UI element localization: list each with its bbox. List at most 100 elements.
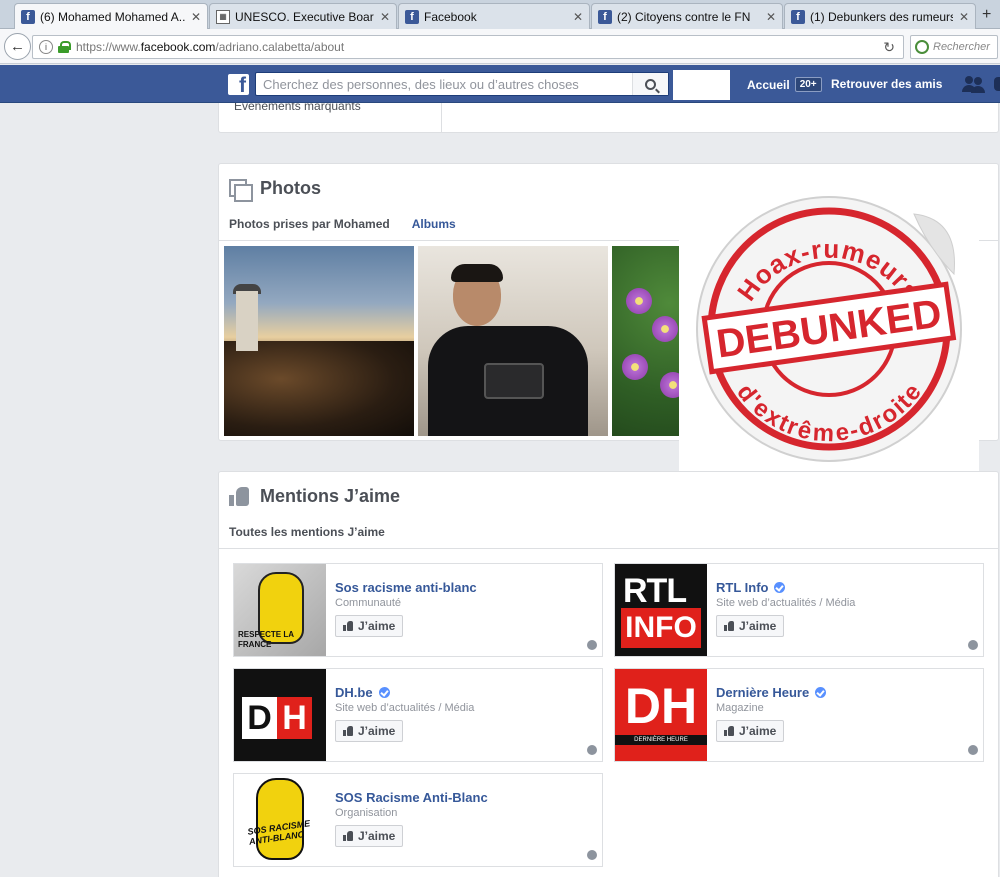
logo-text: D xyxy=(247,699,272,737)
tab-title: (1) Debunkers des rumeurs... xyxy=(810,9,953,24)
arrow-left-icon: ← xyxy=(10,38,25,55)
thumbs-up-icon xyxy=(343,726,353,736)
close-icon[interactable]: ✕ xyxy=(766,10,776,24)
browser-tab[interactable]: ▦ UNESCO. Executive Board; ... ✕ xyxy=(209,3,397,29)
like-button-label: J’aime xyxy=(358,619,396,633)
page-logo[interactable]: D H xyxy=(234,669,326,761)
messages-icon[interactable] xyxy=(994,77,1000,91)
logo-text: H xyxy=(277,697,312,739)
photo-rocks xyxy=(224,341,414,436)
tab-albums[interactable]: Albums xyxy=(412,217,456,231)
close-icon[interactable]: ✕ xyxy=(191,10,201,24)
logo-text: INFO xyxy=(621,608,701,648)
liked-page-item: RESPECTE LA FRANCE Sos racisme anti-blan… xyxy=(233,563,603,657)
globe-icon xyxy=(587,745,597,755)
photo-thumbnail[interactable] xyxy=(224,246,414,436)
reload-icon[interactable]: ↻ xyxy=(883,39,895,56)
photo-thumbnail[interactable] xyxy=(418,246,608,436)
page-name-link[interactable]: SOS Racisme Anti-Blanc xyxy=(335,790,488,805)
thumbs-up-icon xyxy=(724,621,734,631)
page-name-link[interactable]: DH.be xyxy=(335,685,390,700)
friend-requests-icon[interactable] xyxy=(962,76,984,92)
page-logo[interactable]: RTL INFO xyxy=(615,564,707,656)
facebook-logo-icon[interactable]: f xyxy=(228,74,249,95)
photo-lighthouse xyxy=(236,291,258,351)
facebook-search[interactable] xyxy=(255,72,669,96)
page-name: SOS Racisme Anti-Blanc xyxy=(335,790,488,805)
back-button[interactable]: ← xyxy=(4,33,31,60)
close-icon[interactable]: ✕ xyxy=(573,10,583,24)
close-icon[interactable]: ✕ xyxy=(959,10,969,24)
home-label: Accueil xyxy=(747,77,790,92)
like-button[interactable]: J’aime xyxy=(716,615,785,637)
tab-title: (6) Mohamed Mohamed A... xyxy=(40,10,185,24)
browser-tab[interactable]: f (6) Mohamed Mohamed A... ✕ xyxy=(14,3,208,30)
page-category: Site web d’actualités / Média xyxy=(335,702,475,714)
thumbs-up-icon xyxy=(343,621,353,631)
browser-tab[interactable]: f (1) Debunkers des rumeurs... ✕ xyxy=(784,3,976,29)
liked-page-item: D H DH.be Site web d’actualités / Média … xyxy=(233,668,603,762)
tab-photos-of[interactable]: Photos prises par Mohamed xyxy=(229,217,390,231)
close-icon[interactable]: ✕ xyxy=(380,10,390,24)
photos-header: Photos xyxy=(229,178,321,202)
page-logo[interactable]: RESPECTE LA FRANCE xyxy=(234,564,326,656)
logo-text: RTL xyxy=(623,572,687,610)
tab-all-likes[interactable]: Toutes les mentions J’aime xyxy=(229,525,385,539)
tab-title: Facebook xyxy=(424,9,477,24)
new-tab-icon[interactable]: + xyxy=(982,6,991,24)
facebook-search-button[interactable] xyxy=(632,73,668,95)
browser-tab[interactable]: f Facebook ✕ xyxy=(398,3,590,29)
page-logo[interactable]: SOS RACISME ANTI-BLANC xyxy=(234,774,326,866)
logo-box: D H xyxy=(242,697,312,739)
facebook-icon: f xyxy=(21,10,35,24)
photos-title[interactable]: Photos xyxy=(260,178,321,199)
logo-text: RESPECTE LA FRANCE xyxy=(238,630,294,649)
page-name: Dernière Heure xyxy=(716,685,810,700)
facebook-search-input[interactable] xyxy=(263,76,623,92)
profile-shortcut[interactable] xyxy=(673,70,730,100)
likes-header: Mentions J’aime xyxy=(229,486,400,507)
lock-icon xyxy=(58,41,71,53)
info-icon[interactable]: i xyxy=(39,40,53,54)
page-name: Sos racisme anti-blanc xyxy=(335,580,477,595)
globe-icon xyxy=(587,640,597,650)
like-button-label: J’aime xyxy=(358,829,396,843)
page-category: Magazine xyxy=(716,702,764,714)
globe-icon xyxy=(587,850,597,860)
thumbs-up-icon xyxy=(229,486,251,507)
url-bar[interactable]: i https://www. facebook.com/adriano.calab… xyxy=(32,35,904,59)
browser-nav-bar: ← i https://www. facebook.com/adriano.cal… xyxy=(0,29,1000,64)
likes-card: Mentions J’aime Toutes les mentions J’ai… xyxy=(218,471,999,877)
photo-phone xyxy=(484,363,544,399)
like-button[interactable]: J’aime xyxy=(335,615,404,637)
thumbs-up-icon xyxy=(343,831,353,841)
page-name-link[interactable]: Dernière Heure xyxy=(716,685,827,700)
page-logo[interactable]: DH DERNIÈRE HEURE xyxy=(615,669,707,761)
debunked-sticker: Hoax-rumeurs d'extrême-droite DEBUNKED xyxy=(679,179,979,481)
debunked-stamp-graphic: Hoax-rumeurs d'extrême-droite DEBUNKED xyxy=(696,196,962,462)
facebook-icon: f xyxy=(598,9,612,24)
tab-title: (2) Citoyens contre le FN xyxy=(617,9,751,24)
verified-badge-icon xyxy=(774,582,786,593)
globe-icon xyxy=(968,640,978,650)
like-button[interactable]: J’aime xyxy=(335,720,404,742)
page-name-link[interactable]: RTL Info xyxy=(716,580,786,595)
find-friends-link[interactable]: Retrouver des amis xyxy=(831,77,942,91)
browser-tab-bar: f (6) Mohamed Mohamed A... ✕ ▦ UNESCO. E… xyxy=(0,0,1000,30)
verified-badge-icon xyxy=(378,687,390,698)
unesco-icon: ▦ xyxy=(216,9,230,24)
facebook-top-bar: f Accueil 20+ Retrouver des amis xyxy=(0,65,1000,103)
browser-search-field[interactable]: Rechercher xyxy=(910,35,998,59)
like-button[interactable]: J’aime xyxy=(716,720,785,742)
like-button[interactable]: J’aime xyxy=(335,825,404,847)
like-button-label: J’aime xyxy=(739,724,777,738)
browser-tab[interactable]: f (2) Citoyens contre le FN ✕ xyxy=(591,3,783,29)
search-icon xyxy=(645,78,656,90)
page-name-link[interactable]: Sos racisme anti-blanc xyxy=(335,580,477,595)
home-link[interactable]: Accueil 20+ xyxy=(747,77,822,92)
about-card: Événements marquants xyxy=(218,103,999,133)
globe-icon xyxy=(968,745,978,755)
url-path: /adriano.calabetta/about xyxy=(215,40,345,54)
likes-title[interactable]: Mentions J’aime xyxy=(260,486,400,507)
logo-text: DH xyxy=(624,678,698,734)
